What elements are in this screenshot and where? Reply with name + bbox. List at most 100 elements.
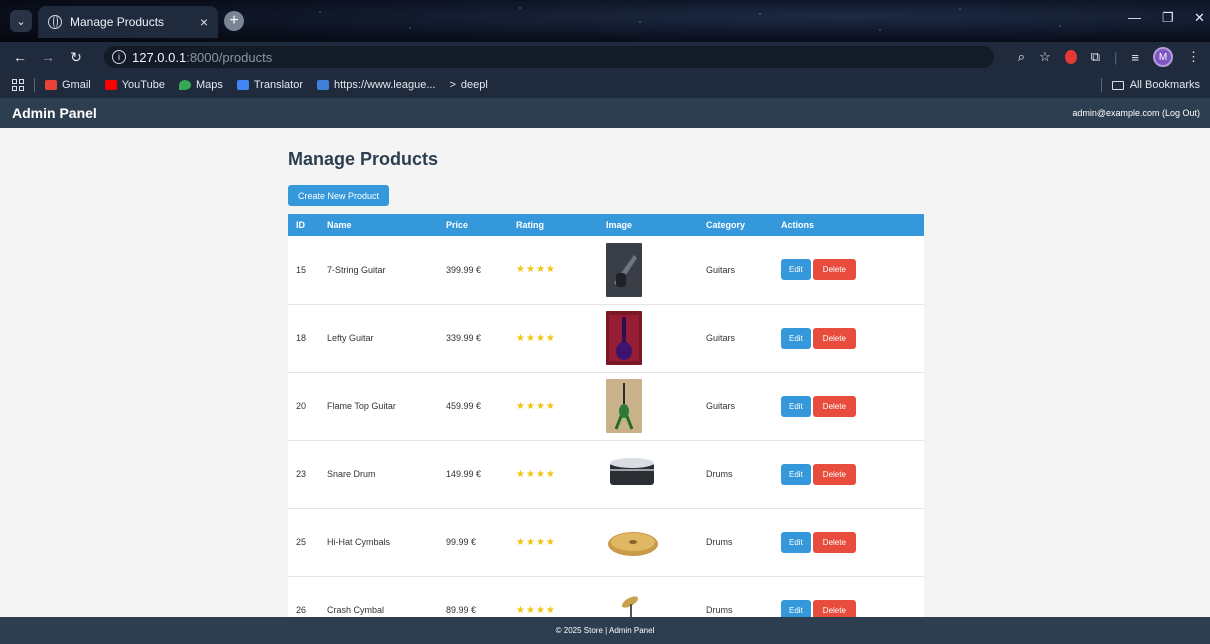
bookmark-deepl[interactable]: > deepl bbox=[449, 79, 487, 91]
cell-rating: ★★★★ bbox=[508, 372, 598, 440]
delete-button[interactable]: Delete bbox=[812, 531, 856, 553]
zoom-icon[interactable]: ⌕ bbox=[1018, 49, 1025, 65]
table-row: 15 7-String Guitar 399.99 € ★★★★ Guitars Edit… bbox=[288, 236, 924, 304]
apps-grid-icon[interactable] bbox=[12, 79, 24, 91]
cell-category: Guitars bbox=[706, 264, 736, 275]
col-header-image: Image bbox=[606, 220, 633, 230]
table-row: 25 Hi-Hat Cymbals 99.99 € ★★★★ Drums Edit Dele… bbox=[288, 508, 924, 576]
brand-title[interactable]: Admin Panel bbox=[12, 105, 97, 121]
bookmark-label: Translator bbox=[253, 79, 303, 91]
bookmark-star-icon[interactable]: ☆ bbox=[1039, 49, 1051, 65]
bookmarks-bar: Gmail YouTube Maps Translator https://ww… bbox=[0, 72, 1210, 98]
address-toolbar: ← → ↻ i 127.0.0.1:8000/products ⌕ ☆ ⧉ | … bbox=[0, 42, 1210, 72]
app-header: Admin Panel admin@example.com (Log Out) bbox=[0, 98, 1210, 128]
bookmarks-divider bbox=[34, 78, 35, 92]
edit-button[interactable]: Edit bbox=[781, 259, 811, 281]
main-content: Manage Products Create New Product ID Na… bbox=[288, 128, 924, 644]
cell-price: 339.99 € bbox=[446, 333, 482, 343]
create-product-button[interactable]: Create New Product bbox=[288, 185, 390, 206]
col-header-id: ID bbox=[296, 220, 305, 230]
page-title: Manage Products bbox=[288, 149, 439, 169]
star-icon: ★ bbox=[545, 536, 556, 548]
cell-price: 99.99 € bbox=[446, 537, 477, 547]
info-icon[interactable]: i bbox=[112, 50, 126, 64]
cell-actions: Edit Delete bbox=[773, 440, 924, 508]
cell-image bbox=[598, 508, 698, 576]
edit-button[interactable]: Edit bbox=[781, 327, 811, 349]
tab-search-chevron-icon[interactable]: ⌄ bbox=[10, 10, 32, 32]
product-image bbox=[606, 379, 690, 433]
col-header-actions: Actions bbox=[781, 220, 815, 230]
all-bookmarks[interactable]: All Bookmarks bbox=[1100, 78, 1200, 92]
bookmark-maps[interactable]: Maps bbox=[178, 79, 223, 91]
cell-name: Lefty Guitar bbox=[327, 333, 374, 343]
star-icon: ★ bbox=[516, 468, 526, 480]
star-icon: ★ bbox=[535, 604, 546, 616]
cell-name: Hi-Hat Cymbals bbox=[327, 537, 391, 547]
star-icon: ★ bbox=[516, 604, 526, 616]
table-row: 18 Lefty Guitar 339.99 € ★★★★ Guitars Edit Del… bbox=[288, 304, 924, 372]
forward-icon[interactable]: → bbox=[34, 49, 62, 65]
cell-rating: ★★★★ bbox=[508, 304, 598, 372]
cell-category: Guitars bbox=[706, 333, 736, 343]
cell-id: 20 bbox=[296, 401, 307, 411]
globe-icon bbox=[48, 15, 62, 29]
reading-list-icon[interactable]: ≡ bbox=[1131, 50, 1139, 65]
cell-image bbox=[598, 372, 698, 440]
toolbar-actions: ⌕ ☆ ⧉ | ≡ M ⋮ bbox=[1018, 47, 1200, 67]
minimize-icon[interactable]: — bbox=[1128, 10, 1141, 25]
browser-tab[interactable]: Manage Products × bbox=[38, 6, 218, 38]
delete-button[interactable]: Delete bbox=[812, 259, 856, 281]
cell-category: Guitars bbox=[706, 401, 736, 411]
terminal-prompt-icon: > bbox=[449, 79, 456, 91]
new-tab-button[interactable]: + bbox=[224, 11, 244, 31]
edit-button[interactable]: Edit bbox=[781, 395, 811, 417]
url-path: :8000/products bbox=[186, 49, 273, 65]
bookmark-youtube[interactable]: YouTube bbox=[104, 79, 165, 91]
user-logout-link[interactable]: admin@example.com (Log Out) bbox=[1072, 108, 1200, 118]
toolbar-divider: | bbox=[1114, 49, 1118, 65]
url-bar[interactable]: i 127.0.0.1:8000/products bbox=[104, 46, 994, 68]
col-header-rating: Rating bbox=[516, 220, 544, 230]
cell-image bbox=[598, 440, 698, 508]
star-icon: ★ bbox=[545, 264, 556, 276]
star-icon: ★ bbox=[516, 400, 526, 412]
close-window-icon[interactable]: ✕ bbox=[1194, 10, 1205, 26]
bookmark-translator[interactable]: Translator bbox=[236, 79, 303, 91]
cell-image bbox=[598, 304, 698, 372]
extension-icon[interactable] bbox=[1064, 50, 1077, 64]
restore-icon[interactable]: ❐ bbox=[1162, 10, 1174, 26]
product-image bbox=[606, 520, 690, 564]
cell-price: 399.99 € bbox=[446, 264, 482, 275]
delete-button[interactable]: Delete bbox=[812, 463, 856, 485]
reload-icon[interactable]: ↻ bbox=[62, 49, 90, 66]
extensions-puzzle-icon[interactable]: ⧉ bbox=[1091, 49, 1100, 65]
cell-price: 459.99 € bbox=[446, 401, 482, 411]
back-icon[interactable]: ← bbox=[6, 49, 34, 65]
bookmark-label: https://www.league... bbox=[333, 79, 436, 91]
cell-id: 23 bbox=[296, 469, 307, 479]
bookmark-league[interactable]: https://www.league... bbox=[316, 79, 436, 91]
menu-kebab-icon[interactable]: ⋮ bbox=[1187, 49, 1200, 65]
tab-close-icon[interactable]: × bbox=[200, 14, 208, 30]
delete-button[interactable]: Delete bbox=[812, 327, 856, 349]
edit-button[interactable]: Edit bbox=[781, 531, 811, 553]
cell-actions: Edit Delete bbox=[773, 508, 924, 576]
star-icon: ★ bbox=[535, 264, 546, 276]
star-icon: ★ bbox=[545, 400, 556, 412]
star-icon: ★ bbox=[525, 332, 536, 344]
maps-pin-icon bbox=[178, 80, 191, 90]
bookmark-label: Gmail bbox=[62, 79, 91, 91]
star-icon: ★ bbox=[535, 400, 546, 412]
table-row: 23 Snare Drum 149.99 € ★★★★ Drums Edit Delete bbox=[288, 440, 924, 508]
cell-actions: Edit Delete bbox=[773, 372, 924, 440]
youtube-icon bbox=[104, 80, 117, 90]
col-header-name: Name bbox=[327, 220, 352, 230]
table-row: 20 Flame Top Guitar 459.99 € ★★★★ Guitars Edi… bbox=[288, 372, 924, 440]
delete-button[interactable]: Delete bbox=[812, 395, 856, 417]
translator-icon bbox=[236, 80, 249, 90]
edit-button[interactable]: Edit bbox=[781, 463, 811, 485]
bookmark-gmail[interactable]: Gmail bbox=[45, 79, 91, 91]
avatar[interactable]: M bbox=[1153, 47, 1173, 67]
footer: © 2025 Store | Admin Panel bbox=[0, 617, 1210, 644]
